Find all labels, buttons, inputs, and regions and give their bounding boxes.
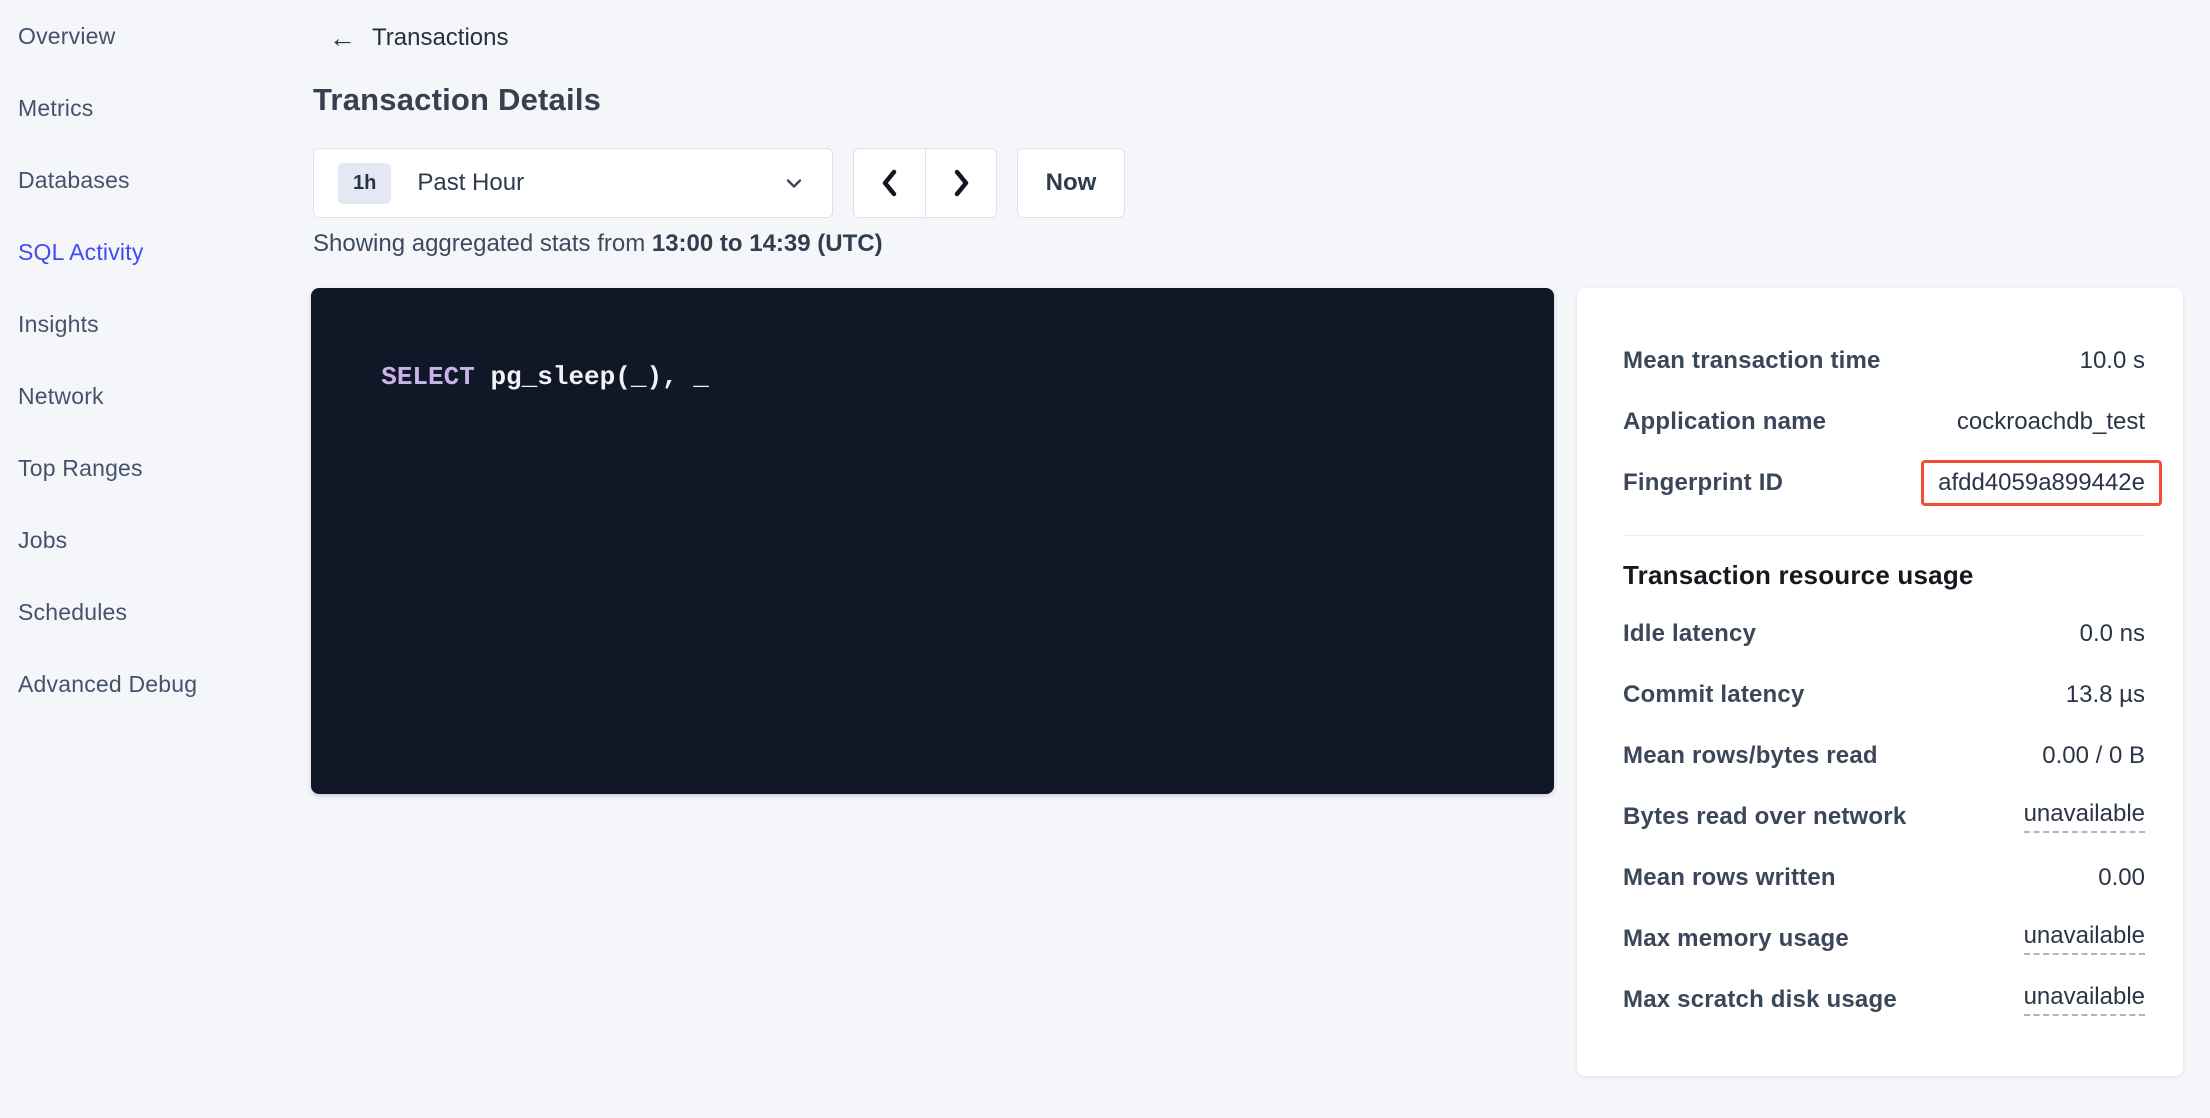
sidebar-item-network[interactable]: Network (0, 360, 300, 432)
stats-caption-range: 13:00 to 14:39 (UTC) (652, 230, 883, 257)
chevron-left-icon (875, 166, 905, 200)
sidebar-item-databases[interactable]: Databases (0, 144, 300, 216)
row-max-memory-usage: Max memory usage unavailable (1623, 908, 2145, 969)
sidebar-item-insights[interactable]: Insights (0, 288, 300, 360)
stats-caption-prefix: Showing aggregated stats from (313, 230, 652, 257)
row-label: Mean rows written (1623, 864, 1836, 892)
sidebar-item-jobs[interactable]: Jobs (0, 504, 300, 576)
row-label: Max scratch disk usage (1623, 986, 1897, 1014)
time-range-label: Past Hour (417, 169, 524, 197)
now-button[interactable]: Now (1017, 148, 1125, 218)
time-picker-row: 1h Past Hour Now (313, 148, 1125, 218)
sql-keyword: SELECT (381, 362, 475, 392)
max-scratch-disk-usage-value[interactable]: unavailable (2024, 983, 2145, 1016)
page-title: Transaction Details (313, 82, 601, 118)
bytes-read-over-network-value[interactable]: unavailable (2024, 800, 2145, 833)
next-interval-button[interactable] (925, 149, 996, 217)
sidebar-item-overview[interactable]: Overview (0, 0, 300, 72)
sql-statement-box: SELECT pg_sleep(_), _ (311, 288, 1554, 794)
row-label: Mean transaction time (1623, 347, 1881, 375)
sidebar-nav: Overview Metrics Databases SQL Activity … (0, 0, 300, 720)
commit-latency-value: 13.8 µs (2066, 681, 2145, 709)
row-mean-transaction-time: Mean transaction time 10.0 s (1623, 330, 2145, 391)
fingerprint-id-highlight[interactable]: afdd4059a899442e (1921, 460, 2162, 506)
breadcrumb-back-transactions[interactable]: ← Transactions (313, 24, 509, 52)
row-label: Idle latency (1623, 620, 1756, 648)
fingerprint-id-value: afdd4059a899442e (1938, 469, 2145, 496)
max-memory-usage-value[interactable]: unavailable (2024, 922, 2145, 955)
time-step-group (853, 148, 997, 218)
sidebar-item-metrics[interactable]: Metrics (0, 72, 300, 144)
interval-badge: 1h (338, 163, 391, 204)
row-label: Mean rows/bytes read (1623, 742, 1878, 770)
row-commit-latency: Commit latency 13.8 µs (1623, 664, 2145, 725)
sidebar-item-top-ranges[interactable]: Top Ranges (0, 432, 300, 504)
arrow-left-icon: ← (329, 25, 356, 52)
row-fingerprint-id: Fingerprint ID afdd4059a899442e (1623, 452, 2145, 513)
resource-usage-section-title: Transaction resource usage (1623, 560, 2145, 591)
mean-rows-written-value: 0.00 (2098, 864, 2145, 892)
sidebar-item-advanced-debug[interactable]: Advanced Debug (0, 648, 300, 720)
row-max-scratch-disk-usage: Max scratch disk usage unavailable (1623, 969, 2145, 1030)
card-divider (1623, 535, 2145, 536)
breadcrumb-label: Transactions (372, 24, 509, 52)
row-application-name: Application name cockroachdb_test (1623, 391, 2145, 452)
row-bytes-read-over-network: Bytes read over network unavailable (1623, 786, 2145, 847)
row-label: Application name (1623, 408, 1826, 436)
chevron-right-icon (946, 166, 976, 200)
row-label: Bytes read over network (1623, 803, 1906, 831)
sidebar-item-sql-activity[interactable]: SQL Activity (0, 216, 300, 288)
chevron-down-icon (782, 171, 806, 195)
row-mean-rows-bytes-read: Mean rows/bytes read 0.00 / 0 B (1623, 725, 2145, 786)
time-range-dropdown[interactable]: 1h Past Hour (313, 148, 833, 218)
mean-transaction-time-value: 10.0 s (2080, 347, 2145, 375)
previous-interval-button[interactable] (854, 149, 925, 217)
idle-latency-value: 0.0 ns (2080, 620, 2145, 648)
row-label: Fingerprint ID (1623, 469, 1783, 497)
row-mean-rows-written: Mean rows written 0.00 (1623, 847, 2145, 908)
row-label: Commit latency (1623, 681, 1805, 709)
sidebar-item-schedules[interactable]: Schedules (0, 576, 300, 648)
application-name-value: cockroachdb_test (1957, 408, 2145, 436)
aggregated-stats-caption: Showing aggregated stats from 13:00 to 1… (313, 230, 883, 258)
row-label: Max memory usage (1623, 925, 1849, 953)
mean-rows-bytes-read-value: 0.00 / 0 B (2042, 742, 2145, 770)
sql-statement-text: pg_sleep(_), _ (475, 362, 709, 392)
row-idle-latency: Idle latency 0.0 ns (1623, 603, 2145, 664)
transaction-details-card: Mean transaction time 10.0 s Application… (1577, 288, 2183, 1076)
